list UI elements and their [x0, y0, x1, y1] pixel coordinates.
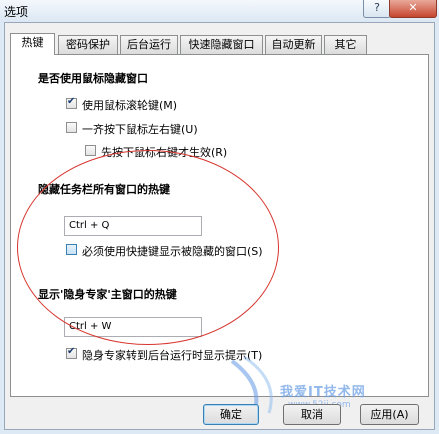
require-hotkey-checkbox[interactable]: [66, 244, 77, 255]
main-window-section-heading: 显示'隐身专家'主窗口的热键: [38, 288, 177, 301]
tab-password[interactable]: 密码保护: [58, 35, 118, 54]
title-bar: 选项 ? ✕: [0, 0, 439, 22]
use-wheel-checkbox[interactable]: [66, 96, 77, 109]
taskbar-section-heading: 隐藏任务栏所有窗口的热键: [38, 183, 170, 196]
help-button[interactable]: ?: [363, 0, 391, 18]
cancel-button[interactable]: 取消: [283, 404, 341, 425]
require-hotkey-label: 必须使用快捷键显示被隐藏的窗口(S): [82, 245, 263, 258]
show-tip-label: 隐身专家转到后台运行时显示提示(T): [82, 349, 263, 362]
right-first-checkbox[interactable]: [85, 145, 96, 156]
apply-button[interactable]: 应用(A): [360, 404, 419, 425]
tab-quick-hide[interactable]: 快速隐藏窗口: [180, 35, 263, 54]
tab-hotkeys[interactable]: 热键: [10, 33, 55, 55]
window-title: 选项: [4, 5, 29, 19]
show-tip-checkbox[interactable]: [66, 346, 77, 359]
both-buttons-label: 一齐按下鼠标左右键(U): [82, 123, 198, 136]
ok-button[interactable]: 确定: [203, 404, 259, 425]
tab-auto-update[interactable]: 自动更新: [265, 35, 322, 54]
right-first-label: 先按下鼠标右键才生效(R): [101, 146, 228, 159]
tab-background[interactable]: 后台运行: [120, 35, 178, 54]
close-button[interactable]: ✕: [389, 0, 437, 18]
mouse-section-heading: 是否使用鼠标隐藏窗口: [38, 72, 148, 85]
use-wheel-label: 使用鼠标滚轮键(M): [82, 99, 178, 112]
main-window-hotkey-input[interactable]: Ctrl + W: [64, 317, 202, 337]
taskbar-hotkey-input[interactable]: Ctrl + Q: [64, 216, 202, 236]
tab-other[interactable]: 其它: [324, 35, 367, 54]
both-buttons-checkbox[interactable]: [66, 122, 77, 133]
